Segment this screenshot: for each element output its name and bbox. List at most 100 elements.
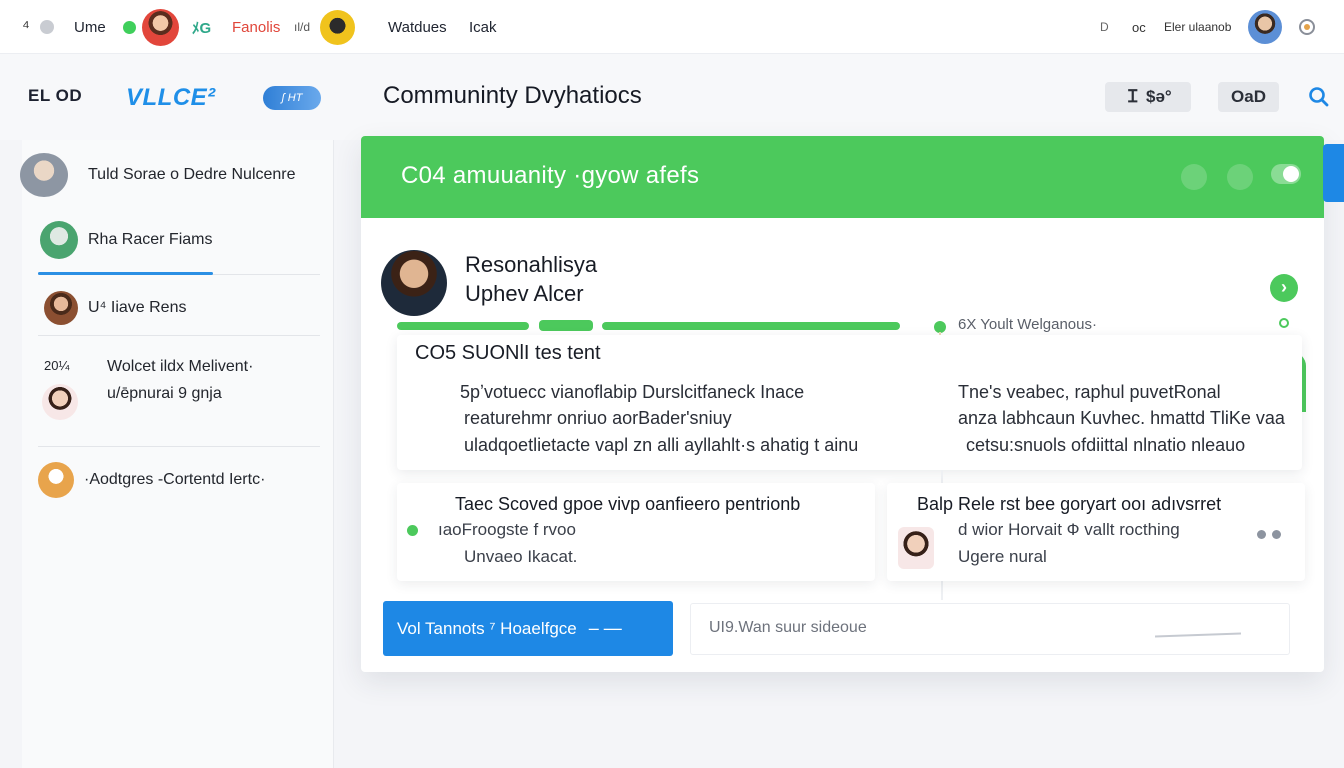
avatar	[898, 527, 934, 569]
top-right-item-1[interactable]: D	[1100, 0, 1109, 54]
banner-toggle[interactable]	[1271, 164, 1301, 184]
app-shortcut-red[interactable]: Fanolis	[232, 0, 280, 54]
primary-action-button[interactable]: Vol Tannots ⁷ Hoaelfgce – —	[383, 601, 673, 656]
sidebar-item-2[interactable]: Rha Racer Fiams	[22, 220, 322, 260]
more-options-icon[interactable]	[1257, 530, 1281, 539]
app-shortcut-red-label: Fanolis	[232, 18, 281, 36]
next-button[interactable]: ›	[1270, 274, 1298, 302]
banner-action-icon-2[interactable]	[1227, 164, 1253, 190]
sidebar-item-4[interactable]: 20¼ Wolcet ildx Melivent· u/ēpnurai 9 gn…	[22, 354, 322, 424]
sidebar-item-label: Wolcet ildx Melivent·	[107, 358, 254, 375]
sidebar: Tuld Sorae o Dedre Nulcenre Rha Racer Fi…	[20, 140, 334, 768]
profile-avatar-button[interactable]	[1248, 0, 1282, 54]
menu-glyph-icon[interactable]: ⁴	[22, 0, 30, 54]
settings-icon-svg	[1299, 19, 1315, 35]
avatar	[1248, 10, 1282, 44]
header-action-button-1[interactable]: Ｉ $ə°	[1105, 82, 1191, 112]
sidebar-item-4-text: Wolcet ildx Melivent· u/ēpnurai 9 gnja	[107, 358, 253, 403]
top-right-item-2-label: oc	[1132, 19, 1146, 35]
profile-subtitle: Uphev Alcer	[465, 281, 584, 306]
menu-item-1[interactable]: Watdues	[388, 0, 447, 54]
avatar	[40, 221, 78, 259]
brand-text[interactable]: EL OD	[28, 86, 82, 106]
content-left-line: 5pʼvotuecc vianoflabip Durslcitfaneck In…	[460, 382, 805, 402]
progress-segment	[602, 322, 900, 330]
dash-icon: – —	[588, 618, 622, 638]
unread-dot-icon	[407, 525, 418, 536]
message-input[interactable]	[709, 619, 1149, 637]
avatar	[320, 9, 355, 45]
content-left-line: uladqoetlietacte vapl zn alli ayllahlt·s…	[464, 435, 859, 455]
card-banner: C04 amuuanity ·gyow afefs	[361, 136, 1324, 218]
sidebar-item-label: ·Aodtgres -Cortentd Iertc·	[84, 471, 266, 488]
banner-title: C04 amuuanity ·gyow afefs	[401, 162, 700, 189]
brand-logo[interactable]: VLLCE²	[126, 84, 216, 112]
online-indicator	[123, 0, 136, 54]
side-tab[interactable]	[1323, 144, 1344, 202]
contact-avatar-1[interactable]	[142, 0, 179, 54]
app-shortcut-small[interactable]: ıl/d	[294, 0, 310, 54]
menu-item-2-label: Icak	[469, 18, 497, 36]
user-label[interactable]: Ume	[74, 0, 106, 54]
settings-icon[interactable]	[1297, 0, 1317, 54]
sidebar-divider	[38, 335, 320, 336]
sidebar-item-4-media: 20¼	[42, 354, 102, 424]
content-right-line: Tne's veabec, raphul puvetRonal	[958, 382, 1221, 402]
brand-pill-button[interactable]: ʃ HT	[263, 86, 321, 110]
status-toggle[interactable]	[40, 0, 54, 54]
profile-name: Resonahlisya	[465, 252, 598, 277]
content-right-line: cetsu:snuols ofdiittal nlnatio nleauo	[966, 435, 1246, 455]
top-right-item-3[interactable]: Eler ulaanob	[1164, 0, 1231, 54]
contact-avatar-2[interactable]	[320, 0, 355, 54]
chevron-right-icon: ›	[1281, 277, 1287, 297]
sidebar-item-sublabel: u/ēpnurai 9 gnja	[107, 385, 222, 402]
menu-item-2[interactable]: Icak	[469, 0, 497, 54]
post-card-2-line: d wior Horvait Ф vallt rocthing	[958, 520, 1180, 539]
page-title: Communinty Dvyhatiocs	[383, 82, 642, 109]
sidebar-item-label: Tuld Sorae o Dedre Nulcenre	[88, 166, 296, 183]
avatar	[20, 153, 68, 197]
content-right-line: anza labhcaun Kuvhec. hmattd TliKe vaa	[958, 408, 1285, 428]
avatar	[42, 384, 78, 420]
avatar	[142, 8, 179, 46]
sidebar-divider	[38, 446, 320, 447]
sidebar-item-label: U⁴ Iiave Rens	[88, 299, 187, 316]
app-shortcut-teal[interactable]: ﾒG	[192, 0, 211, 54]
top-bar: ⁴ Ume ﾒG Fanolis ıl/d Watdues Icak D oc …	[0, 0, 1344, 54]
brand-pill-label: ʃ HT	[281, 92, 303, 104]
sidebar-active-indicator	[38, 272, 213, 275]
top-right-item-1-label: D	[1100, 20, 1109, 34]
post-card-1-line: ıaoFroogste f rvoo	[438, 520, 576, 539]
avatar	[38, 462, 74, 498]
post-card-1-title: Taec Scoved gpoe vivp oanfieero pentrion…	[455, 494, 801, 514]
online-dot-icon	[123, 20, 136, 34]
sidebar-item-1[interactable]: Tuld Sorae o Dedre Nulcenre	[20, 153, 322, 197]
top-right-item-3-label: Eler ulaanob	[1164, 20, 1232, 34]
user-label-text: Ume	[74, 18, 106, 36]
content-panel-title: CO5 SUONlI tes tent	[415, 342, 601, 364]
status-dot-icon	[40, 20, 54, 34]
menu-glyph-text: ⁴	[22, 16, 30, 37]
primary-action-label: Vol Tannots ⁷ Hoaelfgce	[397, 618, 577, 638]
top-right-item-2[interactable]: oc	[1132, 0, 1146, 54]
search-icon[interactable]	[1306, 84, 1332, 110]
post-card-1-line: Unvaeo Ikacat.	[464, 547, 578, 566]
sidebar-item-3[interactable]: U⁴ Iiave Rens	[22, 290, 322, 326]
sidebar-item-5[interactable]: ·Aodtgres -Cortentd Iertc·	[22, 462, 322, 498]
profile-avatar[interactable]	[381, 250, 447, 316]
avatar	[44, 291, 78, 325]
message-input-box[interactable]	[690, 603, 1290, 655]
post-card-2-line: Ugere nural	[958, 547, 1047, 566]
app-shortcut-small-label: ıl/d	[294, 20, 311, 34]
sidebar-item-prefix: 20¼	[44, 358, 70, 373]
timeline-ring-icon	[1279, 318, 1289, 328]
sidebar-item-label: Rha Racer Fiams	[88, 231, 213, 248]
menu-item-1-label: Watdues	[388, 18, 447, 36]
progress-segment	[539, 320, 593, 331]
app-shortcut-teal-label: ﾒG	[192, 19, 212, 37]
progress-segment	[397, 322, 529, 330]
header-action-button-2[interactable]: OaD	[1218, 82, 1279, 112]
banner-action-icon-1[interactable]	[1181, 164, 1207, 190]
post-card-2-title: Balp Rele rst bee goryart ooı adıvsrret	[917, 494, 1222, 514]
content-left-line: reaturehmr onriuo aorBader'sniuy	[464, 408, 732, 428]
